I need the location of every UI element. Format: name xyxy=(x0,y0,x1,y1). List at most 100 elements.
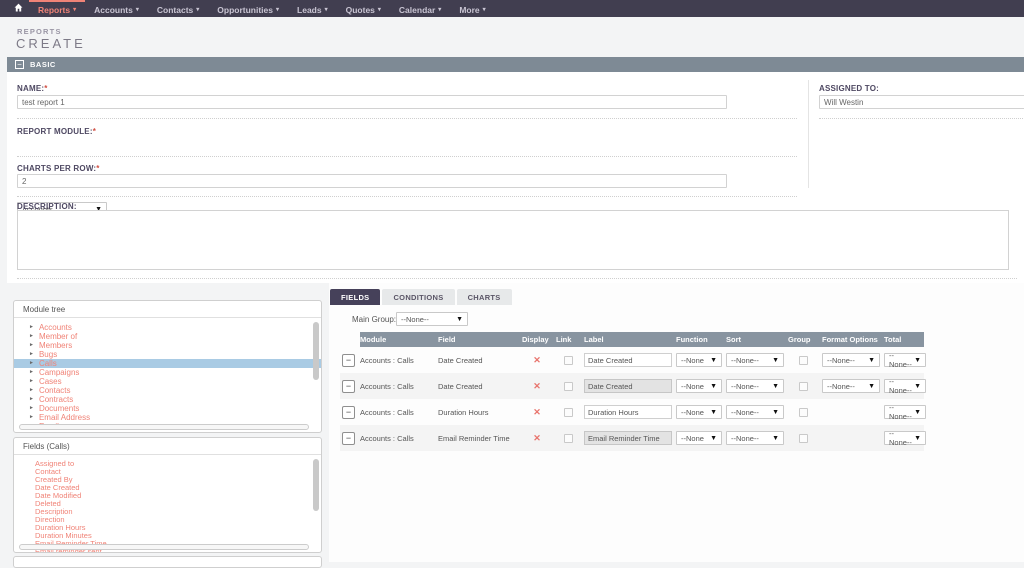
column-header-group: Group xyxy=(788,335,818,344)
total-select[interactable]: --None--▼ xyxy=(884,353,926,367)
tab-fields[interactable]: FIELDS xyxy=(330,289,380,305)
basic-panel-header[interactable]: − BASIC xyxy=(7,57,1024,72)
group-checkbox[interactable] xyxy=(799,382,808,391)
module-cell: Accounts : Calls xyxy=(360,382,434,391)
expand-arrow-icon[interactable]: ► xyxy=(29,352,34,357)
home-button[interactable] xyxy=(7,0,29,17)
tree-item-members[interactable]: ►Members xyxy=(14,341,321,350)
select-value: --None-- xyxy=(731,382,759,391)
remove-row-button[interactable]: − xyxy=(342,432,355,445)
nav-item-opportunities[interactable]: Opportunities▾ xyxy=(208,0,288,17)
expand-arrow-icon[interactable]: ► xyxy=(29,370,34,375)
tree-item-cases[interactable]: ►Cases xyxy=(14,377,321,386)
tree-item-calls[interactable]: ►Calls xyxy=(14,359,321,368)
name-label: NAME:* xyxy=(17,84,48,93)
nav-item-reports[interactable]: Reports▾ xyxy=(29,0,85,17)
display-remove-icon[interactable]: ✕ xyxy=(533,407,541,418)
divider xyxy=(17,118,797,119)
display-remove-icon[interactable]: ✕ xyxy=(533,355,541,366)
expand-arrow-icon[interactable]: ► xyxy=(29,379,34,384)
group-checkbox[interactable] xyxy=(799,356,808,365)
select-value: --None xyxy=(681,434,704,443)
label-input[interactable] xyxy=(584,431,672,445)
tree-item-member-of[interactable]: ►Member of xyxy=(14,332,321,341)
remove-row-button[interactable]: − xyxy=(342,406,355,419)
main-group-select[interactable]: --None-- ▼ xyxy=(396,312,468,326)
display-remove-icon[interactable]: ✕ xyxy=(533,433,541,444)
nav-item-leads[interactable]: Leads▾ xyxy=(288,0,337,17)
divider xyxy=(17,196,797,197)
function-select[interactable]: --None▼ xyxy=(676,405,722,419)
tab-charts[interactable]: CHARTS xyxy=(457,289,512,305)
link-checkbox[interactable] xyxy=(564,434,573,443)
sort-select[interactable]: --None--▼ xyxy=(726,353,784,367)
label-input[interactable] xyxy=(584,353,672,367)
total-select[interactable]: --None--▼ xyxy=(884,379,926,393)
nav-item-calendar[interactable]: Calendar▾ xyxy=(390,0,450,17)
group-checkbox[interactable] xyxy=(799,434,808,443)
tree-item-contracts[interactable]: ►Contracts xyxy=(14,395,321,404)
total-select[interactable]: --None--▼ xyxy=(884,431,926,445)
vertical-scrollbar[interactable] xyxy=(313,322,319,380)
expand-arrow-icon[interactable]: ► xyxy=(29,343,34,348)
horizontal-scrollbar[interactable] xyxy=(19,424,309,430)
total-select[interactable]: --None--▼ xyxy=(884,405,926,419)
nav-item-label: Reports xyxy=(38,5,70,15)
expand-arrow-icon[interactable]: ► xyxy=(29,325,34,330)
name-input[interactable] xyxy=(17,95,727,109)
table-header-row: ModuleFieldDisplayLinkLabelFunctionSortG… xyxy=(360,332,924,347)
nav-item-quotes[interactable]: Quotes▾ xyxy=(337,0,390,17)
chevron-down-icon: ▼ xyxy=(914,409,921,416)
select-value: --None xyxy=(681,356,704,365)
nav-item-accounts[interactable]: Accounts▾ xyxy=(85,0,148,17)
tree-item-accounts[interactable]: ►Accounts xyxy=(14,323,321,332)
remove-row-button[interactable]: − xyxy=(342,380,355,393)
divider xyxy=(17,156,797,157)
assigned-to-input[interactable] xyxy=(819,95,1024,109)
tree-item-bugs[interactable]: ►Bugs xyxy=(14,350,321,359)
module-cell: Accounts : Calls xyxy=(360,356,434,365)
sort-select[interactable]: --None--▼ xyxy=(726,431,784,445)
collapse-icon[interactable]: − xyxy=(15,60,24,69)
remove-row-button[interactable]: − xyxy=(342,354,355,367)
label-input[interactable] xyxy=(584,405,672,419)
function-select[interactable]: --None▼ xyxy=(676,431,722,445)
format-options-select[interactable]: --None--▼ xyxy=(822,353,880,367)
expand-arrow-icon[interactable]: ► xyxy=(29,388,34,393)
expand-arrow-icon[interactable]: ► xyxy=(29,406,34,411)
link-checkbox[interactable] xyxy=(564,356,573,365)
tree-item-email-address[interactable]: ►Email Address xyxy=(14,413,321,422)
basic-form-panel: NAME:* REPORT MODULE:* Accounts ▼ CHARTS… xyxy=(7,72,1024,283)
expand-arrow-icon[interactable]: ► xyxy=(29,415,34,420)
group-checkbox[interactable] xyxy=(799,408,808,417)
link-checkbox[interactable] xyxy=(564,382,573,391)
tree-item-documents[interactable]: ►Documents xyxy=(14,404,321,413)
function-select[interactable]: --None▼ xyxy=(676,379,722,393)
nav-item-contacts[interactable]: Contacts▾ xyxy=(148,0,208,17)
tab-conditions[interactable]: CONDITIONS xyxy=(382,289,454,305)
vertical-scrollbar[interactable] xyxy=(313,459,319,511)
report-tabs: FIELDSCONDITIONSCHARTS xyxy=(330,289,512,305)
display-remove-icon[interactable]: ✕ xyxy=(533,381,541,392)
sort-select[interactable]: --None--▼ xyxy=(726,379,784,393)
tree-item-campaigns[interactable]: ►Campaigns xyxy=(14,368,321,377)
label-input[interactable] xyxy=(584,379,672,393)
format-options-select[interactable]: --None--▼ xyxy=(822,379,880,393)
horizontal-scrollbar[interactable] xyxy=(19,544,309,550)
description-textarea[interactable] xyxy=(17,210,1009,270)
sort-select[interactable]: --None--▼ xyxy=(726,405,784,419)
expand-arrow-icon[interactable]: ► xyxy=(29,334,34,339)
assigned-to-label: ASSIGNED TO: xyxy=(819,84,879,93)
page-title: CREATE xyxy=(16,36,86,51)
nav-item-more[interactable]: More▾ xyxy=(450,0,494,17)
report-module-label: REPORT MODULE:* xyxy=(17,127,96,136)
link-checkbox[interactable] xyxy=(564,408,573,417)
charts-per-row-input[interactable] xyxy=(17,174,727,188)
select-value: --None-- xyxy=(827,382,855,391)
chevron-down-icon: ▾ xyxy=(196,7,199,13)
chevron-down-icon: ▼ xyxy=(914,383,921,390)
expand-arrow-icon[interactable]: ► xyxy=(29,397,34,402)
expand-arrow-icon[interactable]: ► xyxy=(29,361,34,366)
function-select[interactable]: --None▼ xyxy=(676,353,722,367)
tree-item-contacts[interactable]: ►Contacts xyxy=(14,386,321,395)
